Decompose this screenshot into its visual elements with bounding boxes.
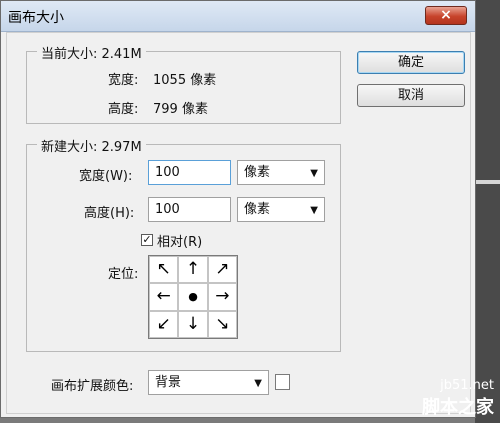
height-unit-select[interactable]: 像素 ▼ [237, 197, 325, 222]
current-height-label: 高度: [108, 102, 139, 117]
anchor-right[interactable]: → [207, 283, 237, 311]
new-height-label: 高度(H): [84, 206, 135, 221]
extension-color-swatch[interactable] [275, 374, 290, 390]
anchor-bottom-right[interactable]: ↘ [207, 310, 237, 338]
width-input[interactable]: 100 [148, 160, 231, 185]
anchor-grid: ↖ ↑ ↗ ← ● → ↙ ↓ ↘ [148, 255, 238, 339]
arrow-up-left-icon: ↖ [156, 259, 171, 280]
current-width-label: 宽度: [108, 73, 139, 88]
new-size-legend: 新建大小: 2.97M [37, 136, 146, 155]
relative-label[interactable]: 相对(R) [157, 231, 202, 250]
extension-color-label: 画布扩展颜色: [51, 379, 134, 394]
arrow-up-icon: ↑ [185, 259, 201, 280]
current-size-legend: 当前大小: 2.41M [37, 43, 146, 62]
arrow-down-icon: ↓ [185, 313, 201, 334]
anchor-top-right[interactable]: ↗ [207, 256, 237, 284]
watermark-name: 脚本之家 [422, 397, 494, 418]
background-window [475, 0, 500, 423]
width-unit-value: 像素 [244, 165, 271, 180]
anchor-label: 定位: [108, 267, 139, 282]
watermark: jb51.net 脚本之家 [422, 378, 494, 419]
arrow-right-icon: → [215, 286, 230, 307]
center-dot-icon: ● [188, 290, 198, 304]
background-stripe [475, 180, 500, 184]
cancel-button[interactable]: 取消 [357, 84, 465, 107]
relative-checkbox[interactable]: ✓ [141, 234, 153, 246]
close-button[interactable]: × [425, 6, 467, 25]
anchor-top-left[interactable]: ↖ [149, 256, 179, 284]
current-height-value: 799 像素 [153, 102, 208, 117]
chevron-down-icon: ▼ [310, 205, 318, 216]
chevron-down-icon: ▼ [254, 378, 262, 389]
width-unit-select[interactable]: 像素 ▼ [237, 160, 325, 185]
height-unit-value: 像素 [244, 202, 271, 217]
new-width-label: 宽度(W): [79, 169, 133, 184]
title-bar: 画布大小 × [1, 1, 475, 32]
height-input[interactable]: 100 [148, 197, 231, 222]
watermark-url: jb51.net [440, 378, 494, 393]
ok-button[interactable]: 确定 [357, 51, 465, 74]
current-width-value: 1055 像素 [153, 73, 217, 88]
anchor-bottom[interactable]: ↓ [178, 310, 208, 338]
arrow-down-right-icon: ↘ [215, 313, 230, 334]
anchor-center[interactable]: ● [178, 283, 208, 311]
anchor-bottom-left[interactable]: ↙ [149, 310, 179, 338]
checkmark-icon: ✓ [142, 233, 152, 246]
arrow-up-right-icon: ↗ [215, 259, 230, 280]
arrow-left-icon: ← [156, 286, 171, 307]
anchor-left[interactable]: ← [149, 283, 179, 311]
close-icon: × [440, 7, 452, 23]
chevron-down-icon: ▼ [310, 168, 318, 179]
anchor-top[interactable]: ↑ [178, 256, 208, 284]
extension-color-select[interactable]: 背景 ▼ [148, 370, 269, 395]
canvas-size-dialog: 画布大小 × 当前大小: 2.41M 宽度: 1055 像素 高度: 799 像… [0, 0, 476, 418]
arrow-down-left-icon: ↙ [156, 313, 171, 334]
extension-color-value: 背景 [155, 375, 182, 390]
window-title: 画布大小 [8, 10, 64, 26]
